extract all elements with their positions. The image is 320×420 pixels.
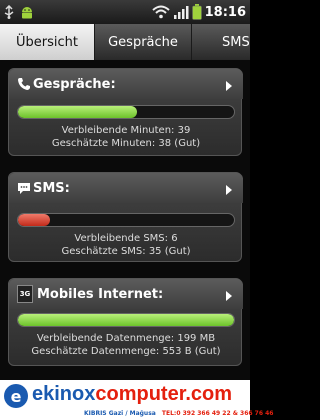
footer-banner: e ekinoxcomputer.com KIBRIS Gazi / Mağus… — [0, 380, 273, 420]
calls-remaining-text: Verbleibende Minuten: 39 — [61, 125, 191, 136]
footer-contact: KIBRIS Gazi / Mağusa TEL:0 392 366 49 22… — [4, 410, 273, 417]
chevron-right-icon — [225, 77, 233, 96]
calls-progress-fill — [18, 106, 137, 118]
battery-icon — [191, 4, 202, 20]
sms-progress-fill — [18, 214, 51, 226]
footer-address: KIBRIS Gazi / Mağusa — [84, 410, 156, 417]
tab-calls[interactable]: Gespräche — [95, 24, 192, 60]
logo-part-2: computer.com — [95, 383, 233, 405]
internet-card[interactable]: 3G Mobiles Internet: Verbleibende Datenm… — [8, 278, 243, 366]
sms-progress-bar — [17, 213, 235, 227]
logo-part-1: ekinox — [32, 383, 96, 405]
internet-card-title: Mobiles Internet: — [37, 286, 164, 302]
wifi-icon — [151, 5, 170, 19]
sms-icon — [17, 181, 31, 195]
main-content: Gespräche: Verbleibende Minuten: 39 Gesc… — [0, 60, 250, 382]
internet-estimated-text: Geschätzte Datenmenge: 553 B (Gut) — [31, 346, 221, 357]
internet-remaining-text: Verbleibende Datenmenge: 199 MB — [36, 333, 216, 344]
footer-phone: TEL:0 392 366 49 22 & 366 76 46 — [161, 410, 274, 417]
calls-progress-bar — [17, 105, 235, 119]
sms-card-title: SMS: — [33, 180, 70, 196]
android-icon — [19, 4, 35, 20]
calls-card[interactable]: Gespräche: Verbleibende Minuten: 39 Gesc… — [8, 68, 243, 156]
logo-text: ekinoxcomputer.com — [32, 383, 232, 406]
calls-estimated-text: Geschätzte Minuten: 38 (Gut) — [51, 138, 201, 149]
status-time: 18:16 — [204, 4, 246, 20]
internet-progress-fill — [18, 314, 234, 326]
sms-estimated-text: Geschätzte SMS: 35 (Gut) — [61, 246, 191, 257]
tab-overview[interactable]: Übersicht — [0, 24, 95, 60]
chevron-right-icon — [225, 287, 233, 306]
signal-icon — [173, 5, 189, 19]
tab-bar: Übersicht Gespräche SMS — [0, 24, 250, 60]
internet-card-header[interactable]: 3G Mobiles Internet: — [9, 279, 243, 309]
sms-remaining-text: Verbleibende SMS: 6 — [74, 233, 178, 244]
calls-card-header[interactable]: Gespräche: — [9, 69, 243, 99]
sms-card[interactable]: SMS: Verbleibende SMS: 6 Geschätzte SMS:… — [8, 172, 243, 262]
phone-icon — [17, 77, 31, 91]
internet-progress-bar — [17, 313, 235, 327]
calls-card-title: Gespräche: — [33, 76, 116, 92]
chevron-right-icon — [225, 181, 233, 200]
logo-emblem-icon: e — [4, 384, 28, 408]
usb-icon — [3, 5, 15, 19]
3g-icon: 3G — [17, 285, 33, 303]
tab-sms[interactable]: SMS — [192, 24, 250, 60]
sms-card-header[interactable]: SMS: — [9, 173, 243, 203]
3g-icon-label: 3G — [19, 290, 31, 298]
status-bar: 18:16 — [0, 0, 250, 24]
svg-text:e: e — [11, 387, 22, 406]
